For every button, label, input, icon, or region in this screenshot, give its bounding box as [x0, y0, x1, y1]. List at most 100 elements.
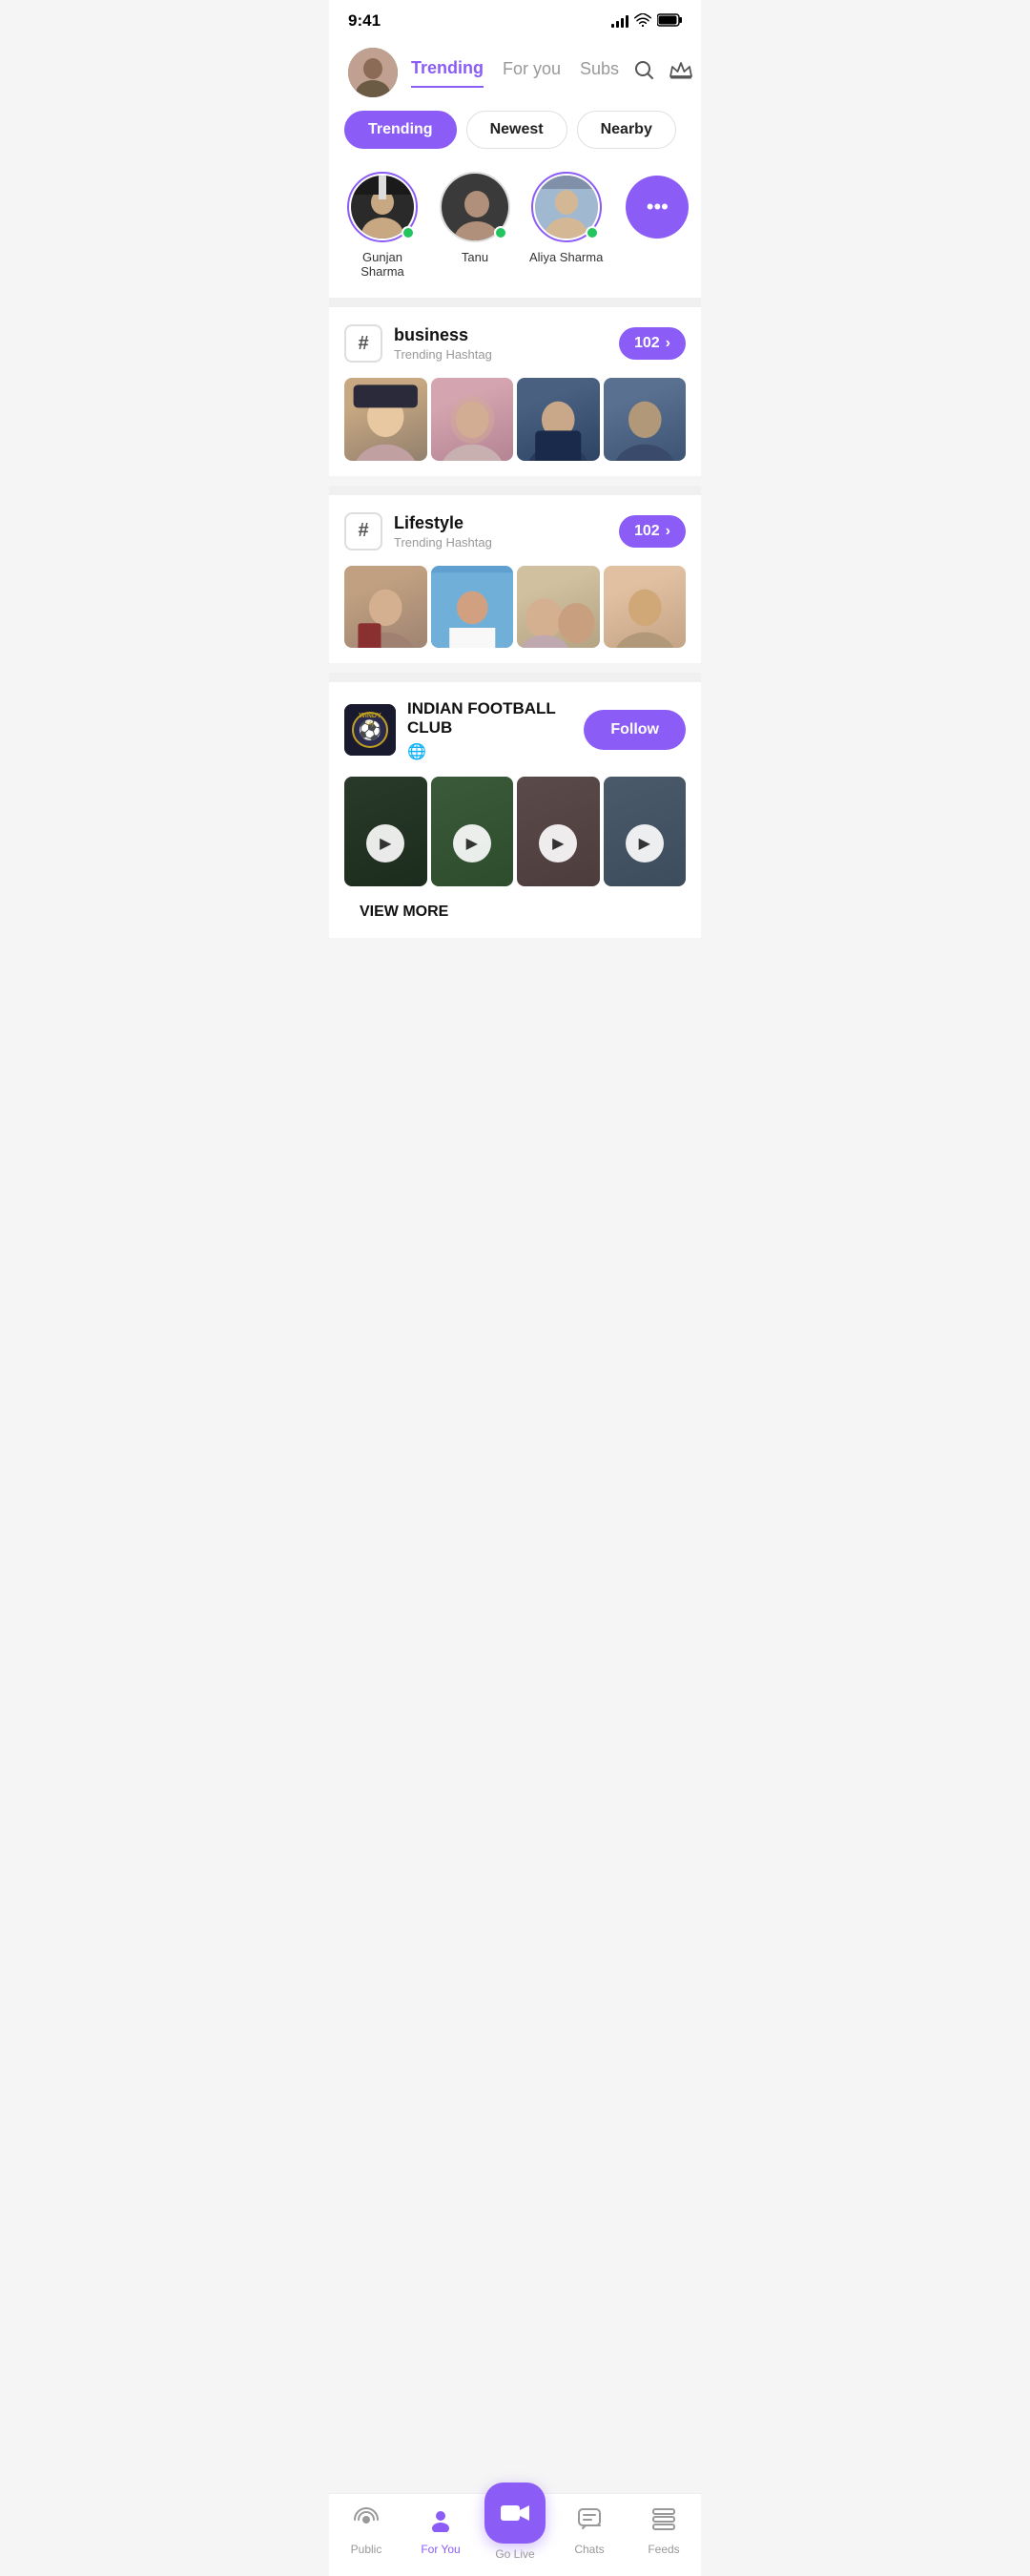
photo-item[interactable]	[517, 378, 600, 461]
globe-icon: 🌐	[407, 742, 426, 761]
club-videos: ▶ ▶ ▶ ▶	[344, 777, 686, 886]
chat-icon	[577, 2507, 602, 2539]
club-name: INDIAN FOOTBALL CLUB	[407, 699, 584, 738]
tab-subs[interactable]: Subs	[580, 59, 619, 87]
hashtag-icon: #	[344, 512, 382, 551]
hashtag-title: Lifestyle	[394, 513, 492, 533]
svg-text:WINDY: WINDY	[359, 713, 381, 719]
chevron-right-icon: ›	[666, 335, 670, 352]
nav-go-live[interactable]: Go Live	[478, 2502, 552, 2561]
search-icon[interactable]	[632, 58, 655, 87]
bottom-navigation: Public For You Go Live	[329, 2493, 701, 2576]
hashtag-photos	[344, 566, 686, 664]
radio-icon	[354, 2507, 379, 2539]
hashtag-count-button[interactable]: 102 ›	[619, 327, 686, 360]
photo	[431, 378, 514, 461]
video-thumbnail: ▶	[604, 777, 687, 886]
photo	[604, 378, 687, 461]
status-icons	[611, 13, 682, 30]
hashtag-subtitle: Trending Hashtag	[394, 535, 492, 550]
story-item[interactable]: Tanu	[440, 172, 510, 279]
tab-for-you[interactable]: For you	[503, 59, 561, 87]
avatar[interactable]	[348, 48, 398, 97]
video-item[interactable]: ▶	[604, 777, 687, 886]
view-more-section: VIEW MORE	[344, 886, 686, 938]
crown-icon[interactable]	[669, 59, 693, 86]
nav-tabs: Trending For you Subs	[411, 58, 619, 88]
filter-tabs: Trending Newest Nearby	[329, 97, 701, 162]
story-name: Tanu	[462, 250, 488, 264]
person-icon	[428, 2507, 453, 2539]
photo-item[interactable]	[344, 378, 427, 461]
hashtag-photos	[344, 378, 686, 476]
bottom-spacer	[329, 947, 701, 1024]
follow-button[interactable]: Follow	[584, 710, 686, 750]
video-item[interactable]: ▶	[517, 777, 600, 886]
header-icons	[632, 58, 693, 87]
hashtag-card-business: # business Trending Hashtag 102 ›	[329, 307, 701, 476]
chevron-right-icon: ›	[666, 523, 670, 540]
section-divider	[329, 673, 701, 682]
more-stories-button[interactable]: •••	[622, 172, 692, 279]
photo	[431, 566, 514, 649]
more-circle: •••	[626, 176, 689, 239]
online-indicator	[402, 226, 415, 239]
photo-item[interactable]	[431, 566, 514, 649]
view-more-button[interactable]: VIEW MORE	[360, 904, 448, 920]
play-button[interactable]: ▶	[453, 824, 491, 862]
svg-text:city: city	[366, 721, 375, 727]
video-thumbnail: ▶	[431, 777, 514, 886]
video-item[interactable]: ▶	[431, 777, 514, 886]
nav-go-live-label: Go Live	[495, 2547, 534, 2561]
photo-item[interactable]	[431, 378, 514, 461]
photo-item[interactable]	[604, 378, 687, 461]
section-divider	[329, 486, 701, 495]
photo	[517, 378, 600, 461]
story-name: Aliya Sharma	[529, 250, 603, 264]
photo-item[interactable]	[517, 566, 600, 649]
photo	[344, 566, 427, 649]
online-indicator	[586, 226, 599, 239]
nav-chats-label: Chats	[574, 2543, 604, 2556]
nav-chats[interactable]: Chats	[552, 2507, 627, 2556]
nav-feeds[interactable]: Feeds	[627, 2507, 701, 2556]
battery-icon	[657, 13, 682, 30]
story-name: Gunjan Sharma	[344, 250, 421, 279]
play-button[interactable]: ▶	[366, 824, 404, 862]
feeds-icon	[651, 2507, 676, 2539]
hashtag-subtitle: Trending Hashtag	[394, 347, 492, 362]
filter-nearby[interactable]: Nearby	[577, 111, 676, 149]
nav-feeds-label: Feeds	[648, 2543, 679, 2556]
nav-for-you[interactable]: For You	[403, 2507, 478, 2556]
tab-trending[interactable]: Trending	[411, 58, 484, 88]
online-indicator	[494, 226, 507, 239]
filter-trending[interactable]: Trending	[344, 111, 457, 149]
filter-newest[interactable]: Newest	[466, 111, 567, 149]
stories-row: Gunjan Sharma Tanu	[329, 162, 701, 298]
nav-public[interactable]: Public	[329, 2507, 403, 2556]
status-time: 9:41	[348, 11, 381, 31]
section-divider	[329, 298, 701, 307]
photo-item[interactable]	[344, 566, 427, 649]
story-item[interactable]: Gunjan Sharma	[344, 172, 421, 279]
nav-public-label: Public	[351, 2543, 382, 2556]
play-button[interactable]: ▶	[539, 824, 577, 862]
header: Trending For you Subs	[329, 38, 701, 97]
hashtag-title: business	[394, 325, 492, 345]
photo	[517, 566, 600, 649]
play-button[interactable]: ▶	[626, 824, 664, 862]
wifi-icon	[634, 13, 651, 30]
signal-icon	[611, 14, 628, 28]
club-card: ⚽ WINDY city INDIAN FOOTBALL CLUB 🌐 Foll…	[329, 682, 701, 938]
photo	[604, 566, 687, 649]
story-item[interactable]: Aliya Sharma	[529, 172, 603, 279]
club-logo: ⚽ WINDY city	[344, 704, 396, 756]
video-thumbnail: ▶	[344, 777, 427, 886]
video-thumbnail: ▶	[517, 777, 600, 886]
photo	[344, 378, 427, 461]
photo-item[interactable]	[604, 566, 687, 649]
video-item[interactable]: ▶	[344, 777, 427, 886]
hashtag-card-lifestyle: # Lifestyle Trending Hashtag 102 ›	[329, 495, 701, 664]
hashtag-count-button[interactable]: 102 ›	[619, 515, 686, 548]
go-live-button[interactable]	[484, 2483, 546, 2544]
